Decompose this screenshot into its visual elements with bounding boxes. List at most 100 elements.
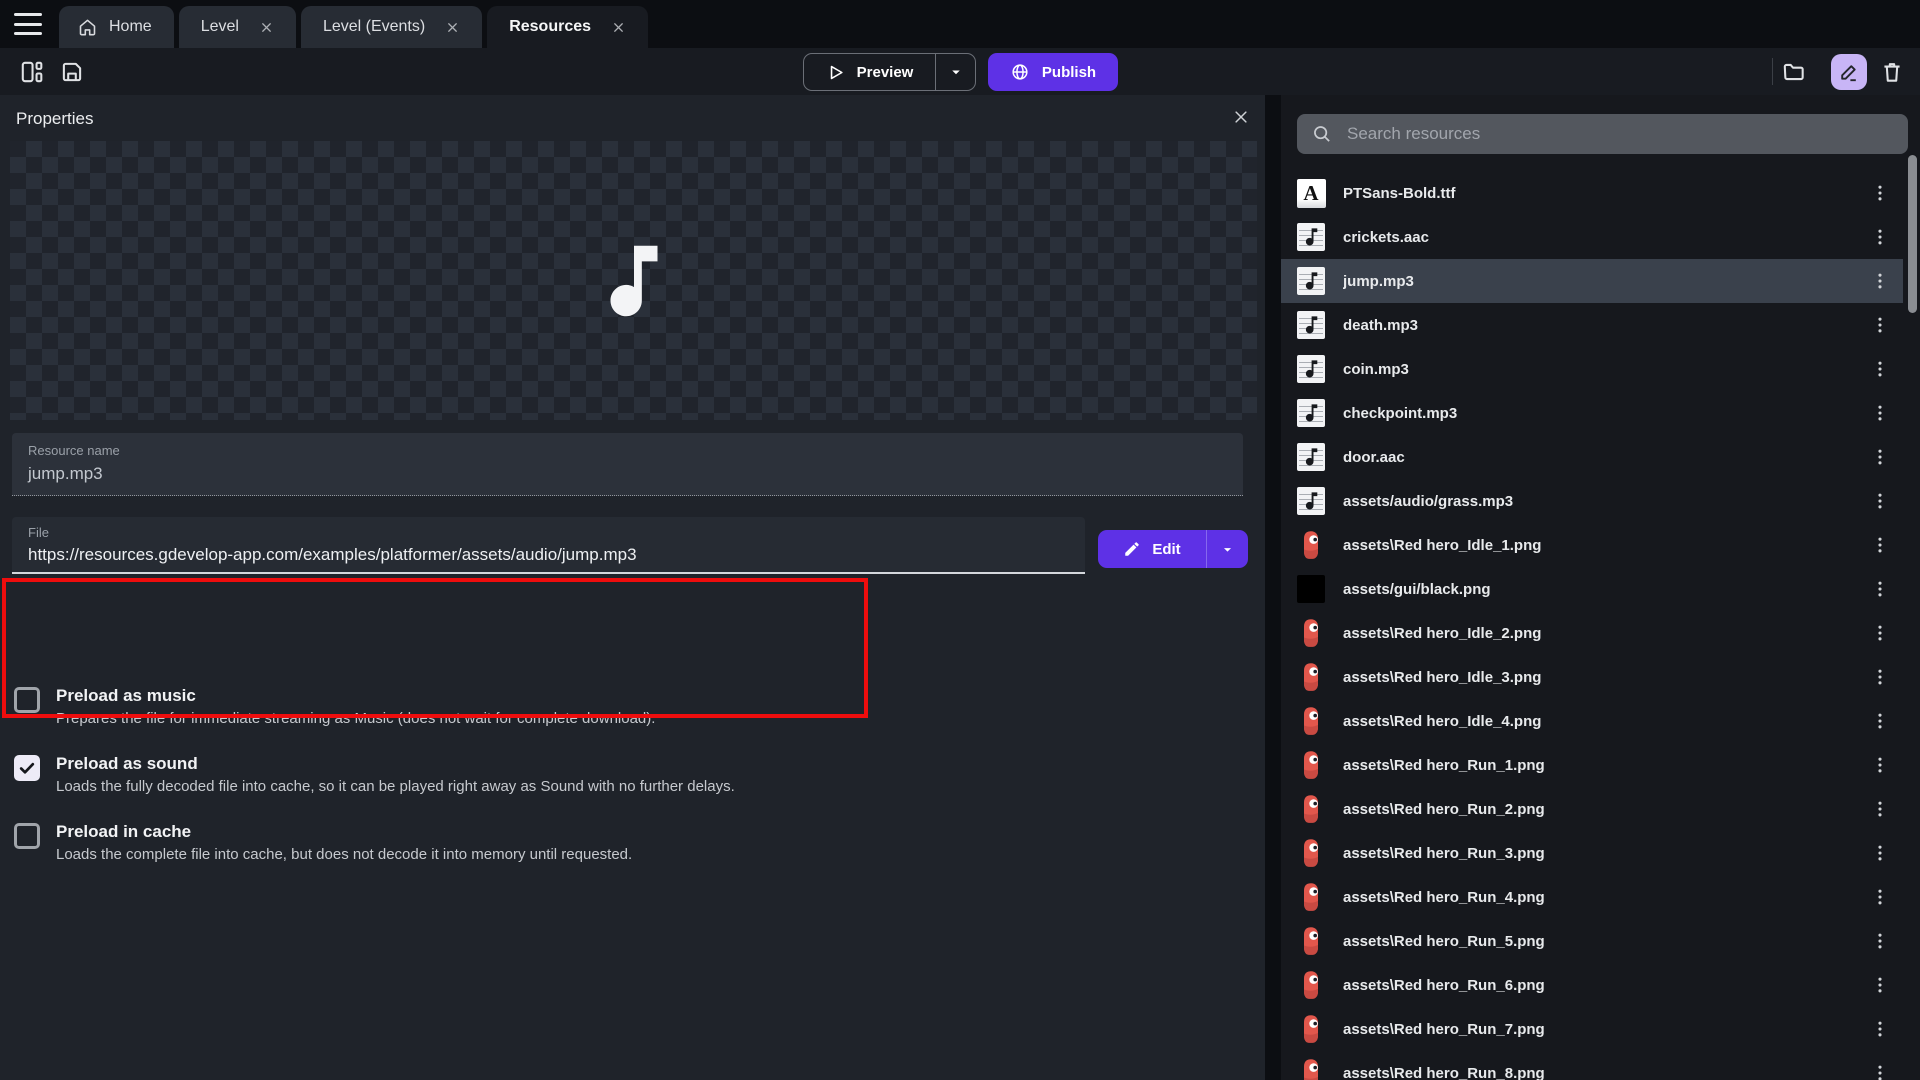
- kebab-menu-icon[interactable]: [1869, 797, 1891, 821]
- resource-row[interactable]: crickets.aac: [1281, 215, 1903, 259]
- audio-file-icon: [1296, 222, 1326, 252]
- resource-row[interactable]: assets\Red hero_Idle_1.png: [1281, 523, 1903, 567]
- resource-row[interactable]: assets\Red hero_Run_7.png: [1281, 1007, 1903, 1051]
- image-thumbnail: [1296, 574, 1326, 604]
- tab-resources[interactable]: Resources: [487, 6, 648, 48]
- preview-button-main[interactable]: Preview: [804, 54, 935, 90]
- option-texts: Preload in cacheLoads the complete file …: [56, 821, 632, 865]
- resource-name: PTSans-Bold.ttf: [1343, 185, 1852, 202]
- kebab-menu-icon[interactable]: [1869, 885, 1891, 909]
- resource-row[interactable]: jump.mp3: [1281, 259, 1903, 303]
- resources-list-panel: APTSans-Bold.ttfcrickets.aacjump.mp3deat…: [1281, 95, 1920, 1080]
- checkbox-checked[interactable]: [14, 755, 40, 781]
- kebab-menu-icon[interactable]: [1869, 357, 1891, 381]
- close-tab-icon[interactable]: [259, 20, 274, 35]
- resource-row[interactable]: coin.mp3: [1281, 347, 1903, 391]
- option-description: Loads the fully decoded file into cache,…: [56, 777, 735, 797]
- kebab-menu-icon[interactable]: [1869, 621, 1891, 645]
- kebab-menu-icon[interactable]: [1869, 577, 1891, 601]
- resource-row[interactable]: assets\Red hero_Run_6.png: [1281, 963, 1903, 1007]
- checkbox-unchecked[interactable]: [14, 823, 40, 849]
- resource-row[interactable]: assets/audio/grass.mp3: [1281, 479, 1903, 523]
- image-thumbnail: [1296, 530, 1326, 560]
- scrollbar-thumb[interactable]: [1908, 155, 1917, 313]
- kebab-menu-icon[interactable]: [1869, 489, 1891, 513]
- resource-name-field[interactable]: Resource name jump.mp3: [12, 433, 1243, 496]
- tab-level-events[interactable]: Level (Events): [301, 6, 482, 48]
- resource-row[interactable]: assets\Red hero_Idle_2.png: [1281, 611, 1903, 655]
- resource-row[interactable]: assets\Red hero_Run_5.png: [1281, 919, 1903, 963]
- resource-row[interactable]: checkpoint.mp3: [1281, 391, 1903, 435]
- search-input[interactable]: [1347, 124, 1894, 144]
- resource-list: APTSans-Bold.ttfcrickets.aacjump.mp3deat…: [1281, 171, 1903, 1080]
- resource-name-label: Resource name: [28, 443, 1227, 458]
- toggle-panels-icon[interactable]: [19, 59, 45, 85]
- option-label: Preload as music: [56, 685, 655, 707]
- kebab-menu-icon[interactable]: [1869, 709, 1891, 733]
- kebab-menu-icon[interactable]: [1869, 269, 1891, 293]
- resource-row[interactable]: assets\Red hero_Run_3.png: [1281, 831, 1903, 875]
- preview-dropdown-button[interactable]: [935, 54, 975, 90]
- checkbox-unchecked[interactable]: [14, 687, 40, 713]
- resource-row[interactable]: assets\Red hero_Run_8.png: [1281, 1051, 1903, 1080]
- kebab-menu-icon[interactable]: [1869, 225, 1891, 249]
- resource-row[interactable]: death.mp3: [1281, 303, 1903, 347]
- kebab-menu-icon[interactable]: [1869, 1061, 1891, 1080]
- edit-mode-button[interactable]: [1831, 54, 1867, 90]
- kebab-menu-icon[interactable]: [1869, 401, 1891, 425]
- file-label: File: [28, 525, 1069, 540]
- kebab-menu-icon[interactable]: [1869, 313, 1891, 337]
- publish-button[interactable]: Publish: [988, 53, 1118, 91]
- close-tab-icon[interactable]: [445, 20, 460, 35]
- trash-icon[interactable]: [1879, 59, 1905, 85]
- kebab-menu-icon[interactable]: [1869, 445, 1891, 469]
- close-properties-icon[interactable]: [1232, 108, 1250, 126]
- resource-name: assets\Red hero_Run_2.png: [1343, 801, 1852, 818]
- save-icon[interactable]: [59, 59, 85, 85]
- resource-name: coin.mp3: [1343, 361, 1852, 378]
- resource-name: assets\Red hero_Run_1.png: [1343, 757, 1852, 774]
- close-tab-icon[interactable]: [611, 20, 626, 35]
- preview-button[interactable]: Preview: [803, 53, 976, 91]
- resource-row[interactable]: door.aac: [1281, 435, 1903, 479]
- edit-file-button[interactable]: Edit: [1098, 530, 1248, 568]
- resource-row[interactable]: APTSans-Bold.ttf: [1281, 171, 1903, 215]
- tab-level[interactable]: Level: [179, 6, 296, 48]
- image-thumbnail: [1296, 794, 1326, 824]
- kebab-menu-icon[interactable]: [1869, 841, 1891, 865]
- open-folder-icon[interactable]: [1781, 59, 1807, 85]
- tab-home[interactable]: Home: [59, 6, 174, 48]
- audio-file-icon: [1296, 486, 1326, 516]
- kebab-menu-icon[interactable]: [1869, 1017, 1891, 1041]
- resource-row[interactable]: assets\Red hero_Run_2.png: [1281, 787, 1903, 831]
- resource-row[interactable]: assets\Red hero_Run_4.png: [1281, 875, 1903, 919]
- resource-row[interactable]: assets\Red hero_Idle_4.png: [1281, 699, 1903, 743]
- image-thumbnail: [1296, 750, 1326, 780]
- resource-name: assets\Red hero_Run_5.png: [1343, 933, 1852, 950]
- kebab-menu-icon[interactable]: [1869, 929, 1891, 953]
- edit-file-dropdown-button[interactable]: [1206, 530, 1248, 568]
- resource-row[interactable]: assets\Red hero_Run_1.png: [1281, 743, 1903, 787]
- play-icon: [826, 63, 845, 82]
- resource-row[interactable]: assets/gui/black.png: [1281, 567, 1903, 611]
- kebab-menu-icon[interactable]: [1869, 533, 1891, 557]
- kebab-menu-icon[interactable]: [1869, 181, 1891, 205]
- publish-button-label: Publish: [1042, 64, 1096, 81]
- resource-row[interactable]: assets\Red hero_Idle_3.png: [1281, 655, 1903, 699]
- resource-name-value: jump.mp3: [28, 464, 1227, 484]
- gdevelop-window: HomeLevelLevel (Events)Resources Preview: [0, 0, 1920, 1080]
- resource-name: assets/audio/grass.mp3: [1343, 493, 1852, 510]
- image-thumbnail: [1296, 706, 1326, 736]
- preload-option-preload-in-cache: Preload in cacheLoads the complete file …: [14, 821, 974, 865]
- option-label: Preload as sound: [56, 753, 735, 775]
- edit-file-button-main[interactable]: Edit: [1098, 530, 1206, 568]
- kebab-menu-icon[interactable]: [1869, 973, 1891, 997]
- kebab-menu-icon[interactable]: [1869, 753, 1891, 777]
- search-box[interactable]: [1297, 114, 1908, 154]
- main-menu-icon[interactable]: [14, 13, 42, 35]
- file-field[interactable]: File https://resources.gdevelop-app.com/…: [12, 517, 1085, 574]
- preload-option-preload-as-sound: Preload as soundLoads the fully decoded …: [14, 753, 974, 797]
- kebab-menu-icon[interactable]: [1869, 665, 1891, 689]
- option-texts: Preload as soundLoads the fully decoded …: [56, 753, 735, 797]
- resource-name: assets\Red hero_Idle_2.png: [1343, 625, 1852, 642]
